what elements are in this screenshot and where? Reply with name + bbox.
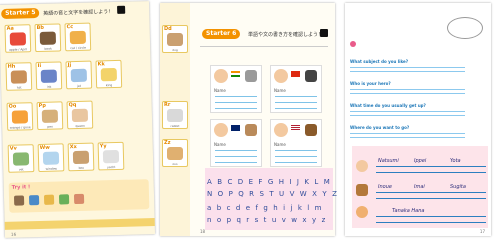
question-item: Where do you want to go? [350,125,465,138]
letter-cell: Bb book [34,23,62,53]
page-starter-5: Starter 5 英語の音と文字を確認しよう！ Aa apple / April… [0,1,156,238]
question-item: What time do you usually get up? [350,103,465,116]
name-example: Ippei [414,158,427,164]
letter-cell: Hh hat [5,62,33,91]
name-writing-panel: Natsumi Ippei Yota Inoue Imai Sugita Tan… [352,146,488,228]
page-number: 16 [10,231,17,237]
letter-cell: Xx box [67,142,95,172]
question-item: What subject do you like? [350,59,465,72]
page-title: 単語や文の書き方を確認しよう！ [248,32,324,38]
letter-cell: Rr rabbit [162,101,188,129]
profile-card: Name [270,65,322,113]
letter-cell: Dd dog [162,25,188,53]
letter-cell: Cc cat / circle [64,22,92,52]
try-it-label: Try it ! [11,184,31,191]
profile-card: Name [210,65,262,113]
letter-cell: Ii ink [35,61,63,91]
audio-icon [117,5,126,14]
letter-cell: Jj jet [65,60,93,90]
lesson-tab: Starter 6 [202,29,241,39]
letter-cell: Pp pen [36,101,64,131]
name-example: Tanaka Hana [392,208,425,214]
question-item: Who is your hero? [350,81,465,94]
letter-cell: Vv vet [7,144,35,173]
try-it-box: Try it ! [8,179,150,213]
bullet-icon [350,41,356,47]
name-example: Yota [450,158,461,164]
name-example: Natsumi [378,158,399,164]
lesson-tab: Starter 5 [1,7,40,19]
letter-cell: Yy yacht [97,141,125,171]
letter-cell: Aa apple / April [4,24,32,53]
lowercase-row-2: n o p q r s t u v w x y z [207,216,327,224]
page-number: 17 [479,229,485,234]
audio-icon [320,29,328,37]
lowercase-row: a b c d e f g h i j k l m [207,204,324,212]
letter-cell: Kk king [95,59,123,89]
footer-bar [4,218,155,230]
profile-card: Name [270,119,322,167]
profile-card: Name [210,119,262,167]
uppercase-row-2: N O P Q R S T U V W X Y Z [207,190,339,198]
name-example: Sugita [450,184,466,190]
name-example: Imai [414,184,425,190]
uppercase-row: A B C D E F G H I J K L M [207,178,332,186]
name-example: Inoue [378,184,392,190]
letter-cell: Oo orange / gone [6,102,34,131]
letter-cell: Qq queen [66,100,94,130]
speech-bubble-icon [447,17,483,39]
letter-cell: Zz zoo [162,139,188,167]
letter-cell: Ww window [37,143,65,173]
alphabet-panel: A B C D E F G H I J K L M N O P Q R S T … [205,168,337,230]
page-title: 英語の音と文字を確認しよう！ [43,9,114,17]
